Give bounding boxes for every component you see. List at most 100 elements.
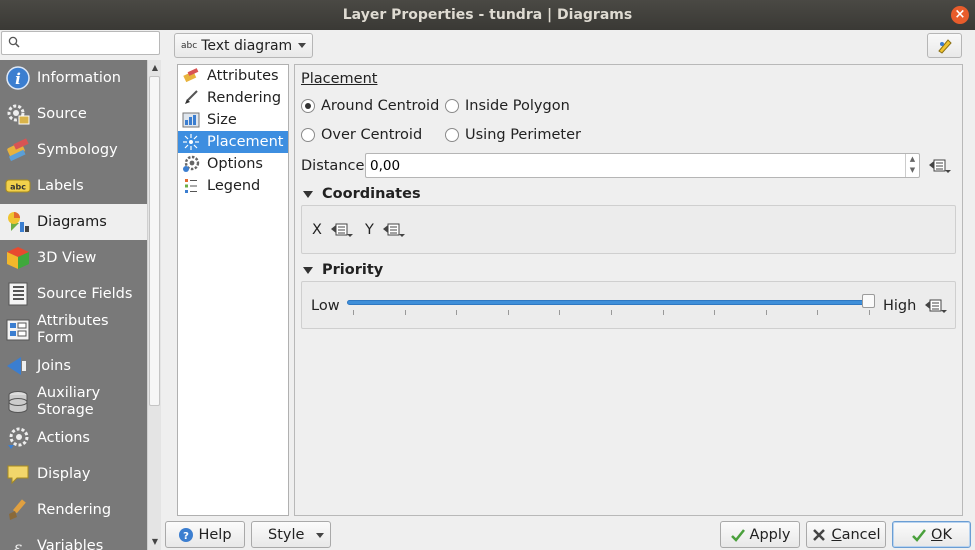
source-icon [7, 104, 30, 125]
radio-inside-polygon[interactable]: Inside Polygon [445, 98, 570, 114]
priority-group-header[interactable]: Priority [303, 262, 383, 278]
priority-low-label: Low [311, 298, 340, 314]
sidebar-item-display[interactable]: Display [0, 456, 147, 492]
sidebar-scrollbar[interactable]: ▲ ▼ [147, 60, 161, 550]
fields-icon [8, 282, 28, 306]
distance-stepper[interactable]: ▲ ▼ [905, 154, 919, 177]
rendering-icon [9, 499, 26, 520]
sidebar-item-label: Attributes Form [37, 313, 109, 346]
scroll-up-icon[interactable]: ▲ [150, 63, 160, 73]
apply-button[interactable]: Apply [720, 521, 800, 548]
storage-icon [8, 391, 28, 413]
sidebar-item-actions[interactable]: Actions [0, 420, 147, 456]
subnav-item-size[interactable]: Size [178, 109, 288, 131]
style-button[interactable]: Style [251, 521, 331, 548]
subnav-item-label: Legend [207, 178, 261, 194]
sidebar-item-rendering[interactable]: Rendering [0, 492, 147, 528]
search-icon [8, 36, 20, 48]
radio-label: Inside Polygon [465, 98, 570, 114]
coordinates-group-header[interactable]: Coordinates [303, 186, 421, 202]
radio-label: Around Centroid [321, 98, 440, 114]
priority-high-label: High [883, 298, 917, 314]
subnav-item-options[interactable]: Options [178, 153, 288, 175]
placement-icon [183, 134, 199, 150]
style-manager-button[interactable] [927, 33, 962, 58]
diagram-type-select[interactable]: abc Text diagram [174, 33, 313, 58]
checkmark-icon [912, 528, 927, 542]
scroll-down-icon[interactable]: ▼ [150, 537, 160, 547]
ok-button-label: OK [931, 526, 952, 543]
priority-slider-track[interactable] [347, 300, 869, 305]
attributes-icon [183, 68, 199, 83]
subnav-item-placement[interactable]: Placement [178, 131, 288, 153]
sidebar-item-symbology[interactable]: Symbology [0, 132, 147, 168]
form-icon [6, 319, 30, 341]
svg-text:ε: ε [14, 538, 23, 550]
display-icon [7, 465, 29, 485]
placement-panel: Placement Around Centroid Inside Polygon… [294, 64, 963, 516]
search-box[interactable] [1, 31, 160, 55]
x-label: X [312, 222, 322, 238]
slider-tick [714, 310, 716, 315]
priority-data-defined-icon[interactable] [924, 297, 948, 315]
subnav-item-legend[interactable]: Legend [178, 175, 288, 197]
sidebar-item-label: Source [37, 105, 87, 122]
search-input[interactable] [24, 34, 154, 52]
sidebar-item-label: Display [37, 465, 91, 482]
slider-tick [456, 310, 458, 315]
ok-button[interactable]: OK [892, 521, 971, 548]
sidebar-item-auxiliary-storage[interactable]: Auxiliary Storage [0, 384, 147, 420]
radio-unchecked-icon [445, 128, 459, 142]
subnav-item-attributes[interactable]: Attributes [178, 65, 288, 87]
distance-input[interactable] [370, 157, 890, 175]
y-data-defined-icon[interactable] [382, 221, 406, 239]
svg-text:i: i [15, 70, 21, 88]
chevron-up-icon[interactable]: ▲ [906, 154, 919, 165]
x-data-defined-icon[interactable] [330, 221, 354, 239]
sidebar-item-attributes-form[interactable]: Attributes Form [0, 312, 147, 348]
diagram-subnav: Attributes Rendering Size Placement Opti… [177, 64, 289, 516]
help-button-label: Help [198, 526, 232, 543]
slider-tick [404, 310, 406, 315]
sidebar-item-label: Labels [37, 177, 84, 194]
sidebar-item-3d-view[interactable]: 3D View [0, 240, 147, 276]
subnav-item-rendering[interactable]: Rendering [178, 87, 288, 109]
sidebar-item-variables[interactable]: ε Variables [0, 528, 147, 550]
slider-tick [611, 310, 612, 315]
priority-slider-handle[interactable] [862, 294, 875, 308]
sidebar-item-label: Symbology [37, 141, 118, 158]
help-button[interactable]: ? Help [165, 521, 245, 548]
sidebar-item-source-fields[interactable]: Source Fields [0, 276, 147, 312]
sidebar-item-source[interactable]: Source [0, 96, 147, 132]
radio-using-perimeter[interactable]: Using Perimeter [445, 127, 581, 143]
sidebar-item-labels[interactable]: abc Labels [0, 168, 147, 204]
slider-tick [507, 310, 509, 315]
checkmark-icon [730, 528, 745, 542]
slider-tick [817, 310, 819, 315]
chevron-down-icon [298, 43, 306, 48]
symbology-icon [7, 138, 29, 162]
cancel-button[interactable]: Cancel [806, 521, 886, 548]
size-icon [182, 112, 200, 128]
scroll-thumb[interactable] [149, 76, 160, 406]
help-icon: ? [179, 527, 194, 542]
chevron-down-icon [316, 533, 324, 538]
coordinates-group: X Y [301, 205, 956, 254]
window-titlebar: Layer Properties - tundra | Diagrams × [0, 0, 975, 30]
close-button[interactable]: × [951, 6, 969, 24]
sidebar-item-joins[interactable]: Joins [0, 348, 147, 384]
radio-around-centroid[interactable]: Around Centroid [301, 98, 439, 114]
sidebar-item-label: Variables [37, 537, 104, 550]
style-icon [938, 39, 952, 54]
priority-group [301, 281, 956, 329]
y-label: Y [365, 222, 374, 238]
distance-spinbox[interactable]: ▲▼ [365, 153, 920, 178]
sidebar-item-diagrams[interactable]: Diagrams [0, 204, 147, 240]
sidebar-item-label: Auxiliary Storage [37, 385, 101, 418]
chevron-down-icon[interactable]: ▼ [906, 165, 919, 176]
sidebar-item-label: Source Fields [37, 285, 133, 302]
data-defined-override-icon[interactable] [928, 157, 952, 175]
radio-over-centroid[interactable]: Over Centroid [301, 127, 422, 143]
sidebar-item-information[interactable]: i Information [0, 60, 147, 96]
info-icon: i [6, 66, 30, 90]
